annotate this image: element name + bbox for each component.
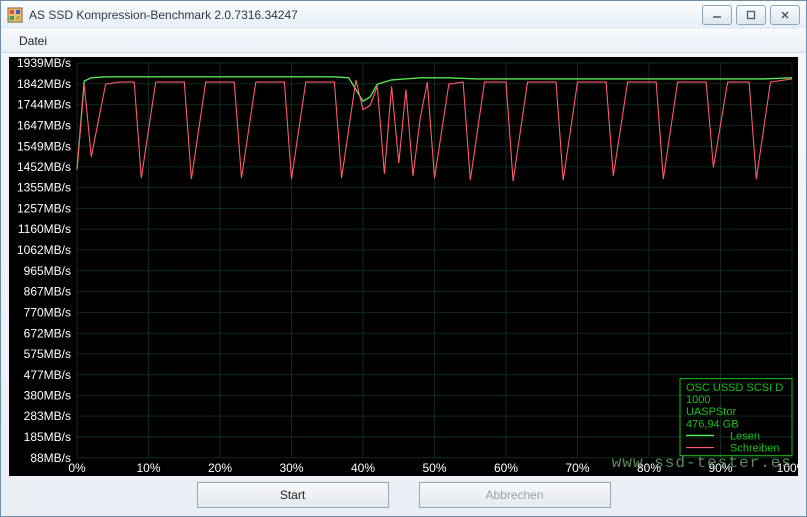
- y-tick-label: 1939MB/s: [17, 57, 71, 70]
- y-tick-label: 1842MB/s: [17, 77, 71, 91]
- maximize-button[interactable]: [736, 5, 766, 25]
- x-tick-label: 30%: [279, 461, 303, 475]
- legend-read-label: Lesen: [730, 430, 760, 442]
- cancel-button: Abbrechen: [419, 482, 611, 508]
- legend-capacity: 476,94 GB: [686, 418, 739, 430]
- x-tick-label: 100%: [777, 461, 798, 475]
- y-tick-label: 770MB/s: [24, 305, 71, 319]
- minimize-button[interactable]: [702, 5, 732, 25]
- y-tick-label: 1160MB/s: [18, 222, 71, 236]
- y-tick-label: 1257MB/s: [17, 201, 71, 215]
- x-tick-label: 80%: [637, 461, 661, 475]
- chart-area: 1939MB/s 1842MB/s 1744MB/s 1647MB/s 1549MB/s…: [9, 57, 798, 476]
- x-tick-label: 60%: [494, 461, 518, 475]
- x-tick-label: 70%: [565, 461, 589, 475]
- y-tick-label: 672MB/s: [24, 326, 71, 340]
- legend-driver: UASPStor: [686, 406, 736, 418]
- y-tick-label: 575MB/s: [24, 347, 71, 361]
- app-icon: [7, 7, 23, 23]
- button-row: Start Abbrechen: [1, 480, 806, 510]
- menu-datei[interactable]: Datei: [11, 32, 55, 50]
- menubar: Datei: [1, 29, 806, 53]
- y-tick-label: 88MB/s: [30, 451, 71, 465]
- legend-write-label: Schreiben: [730, 443, 780, 455]
- y-tick-label: 1647MB/s: [17, 118, 71, 132]
- x-tick-label: 10%: [136, 461, 160, 475]
- app-window: AS SSD Kompression-Benchmark 2.0.7316.34…: [0, 0, 807, 517]
- start-button[interactable]: Start: [197, 482, 389, 508]
- x-tick-label: 20%: [208, 461, 232, 475]
- y-tick-label: 1744MB/s: [17, 98, 71, 112]
- x-tick-label: 0%: [68, 461, 86, 475]
- chart-grid: 1939MB/s 1842MB/s 1744MB/s 1647MB/s 1549MB/s…: [17, 57, 798, 475]
- y-tick-label: 283MB/s: [24, 409, 71, 423]
- x-tick-label: 50%: [422, 461, 446, 475]
- y-tick-label: 477MB/s: [24, 368, 71, 382]
- y-tick-label: 1452MB/s: [17, 160, 71, 174]
- y-tick-label: 1062MB/s: [17, 243, 71, 257]
- window-buttons: [702, 5, 800, 25]
- legend-device: OSC USSD SCSI D: [686, 382, 783, 394]
- window-title: AS SSD Kompression-Benchmark 2.0.7316.34…: [29, 8, 702, 22]
- compression-chart: 1939MB/s 1842MB/s 1744MB/s 1647MB/s 1549MB/s…: [9, 57, 798, 476]
- y-tick-label: 380MB/s: [24, 388, 71, 402]
- y-tick-label: 867MB/s: [24, 285, 71, 299]
- x-tick-label: 90%: [708, 461, 732, 475]
- legend-bus: 1000: [686, 394, 710, 406]
- y-tick-label: 1355MB/s: [17, 181, 71, 195]
- close-button[interactable]: [770, 5, 800, 25]
- y-tick-label: 965MB/s: [24, 264, 71, 278]
- x-tick-label: 40%: [351, 461, 375, 475]
- y-tick-label: 185MB/s: [24, 430, 71, 444]
- y-tick-label: 1549MB/s: [17, 139, 71, 153]
- titlebar: AS SSD Kompression-Benchmark 2.0.7316.34…: [1, 1, 806, 29]
